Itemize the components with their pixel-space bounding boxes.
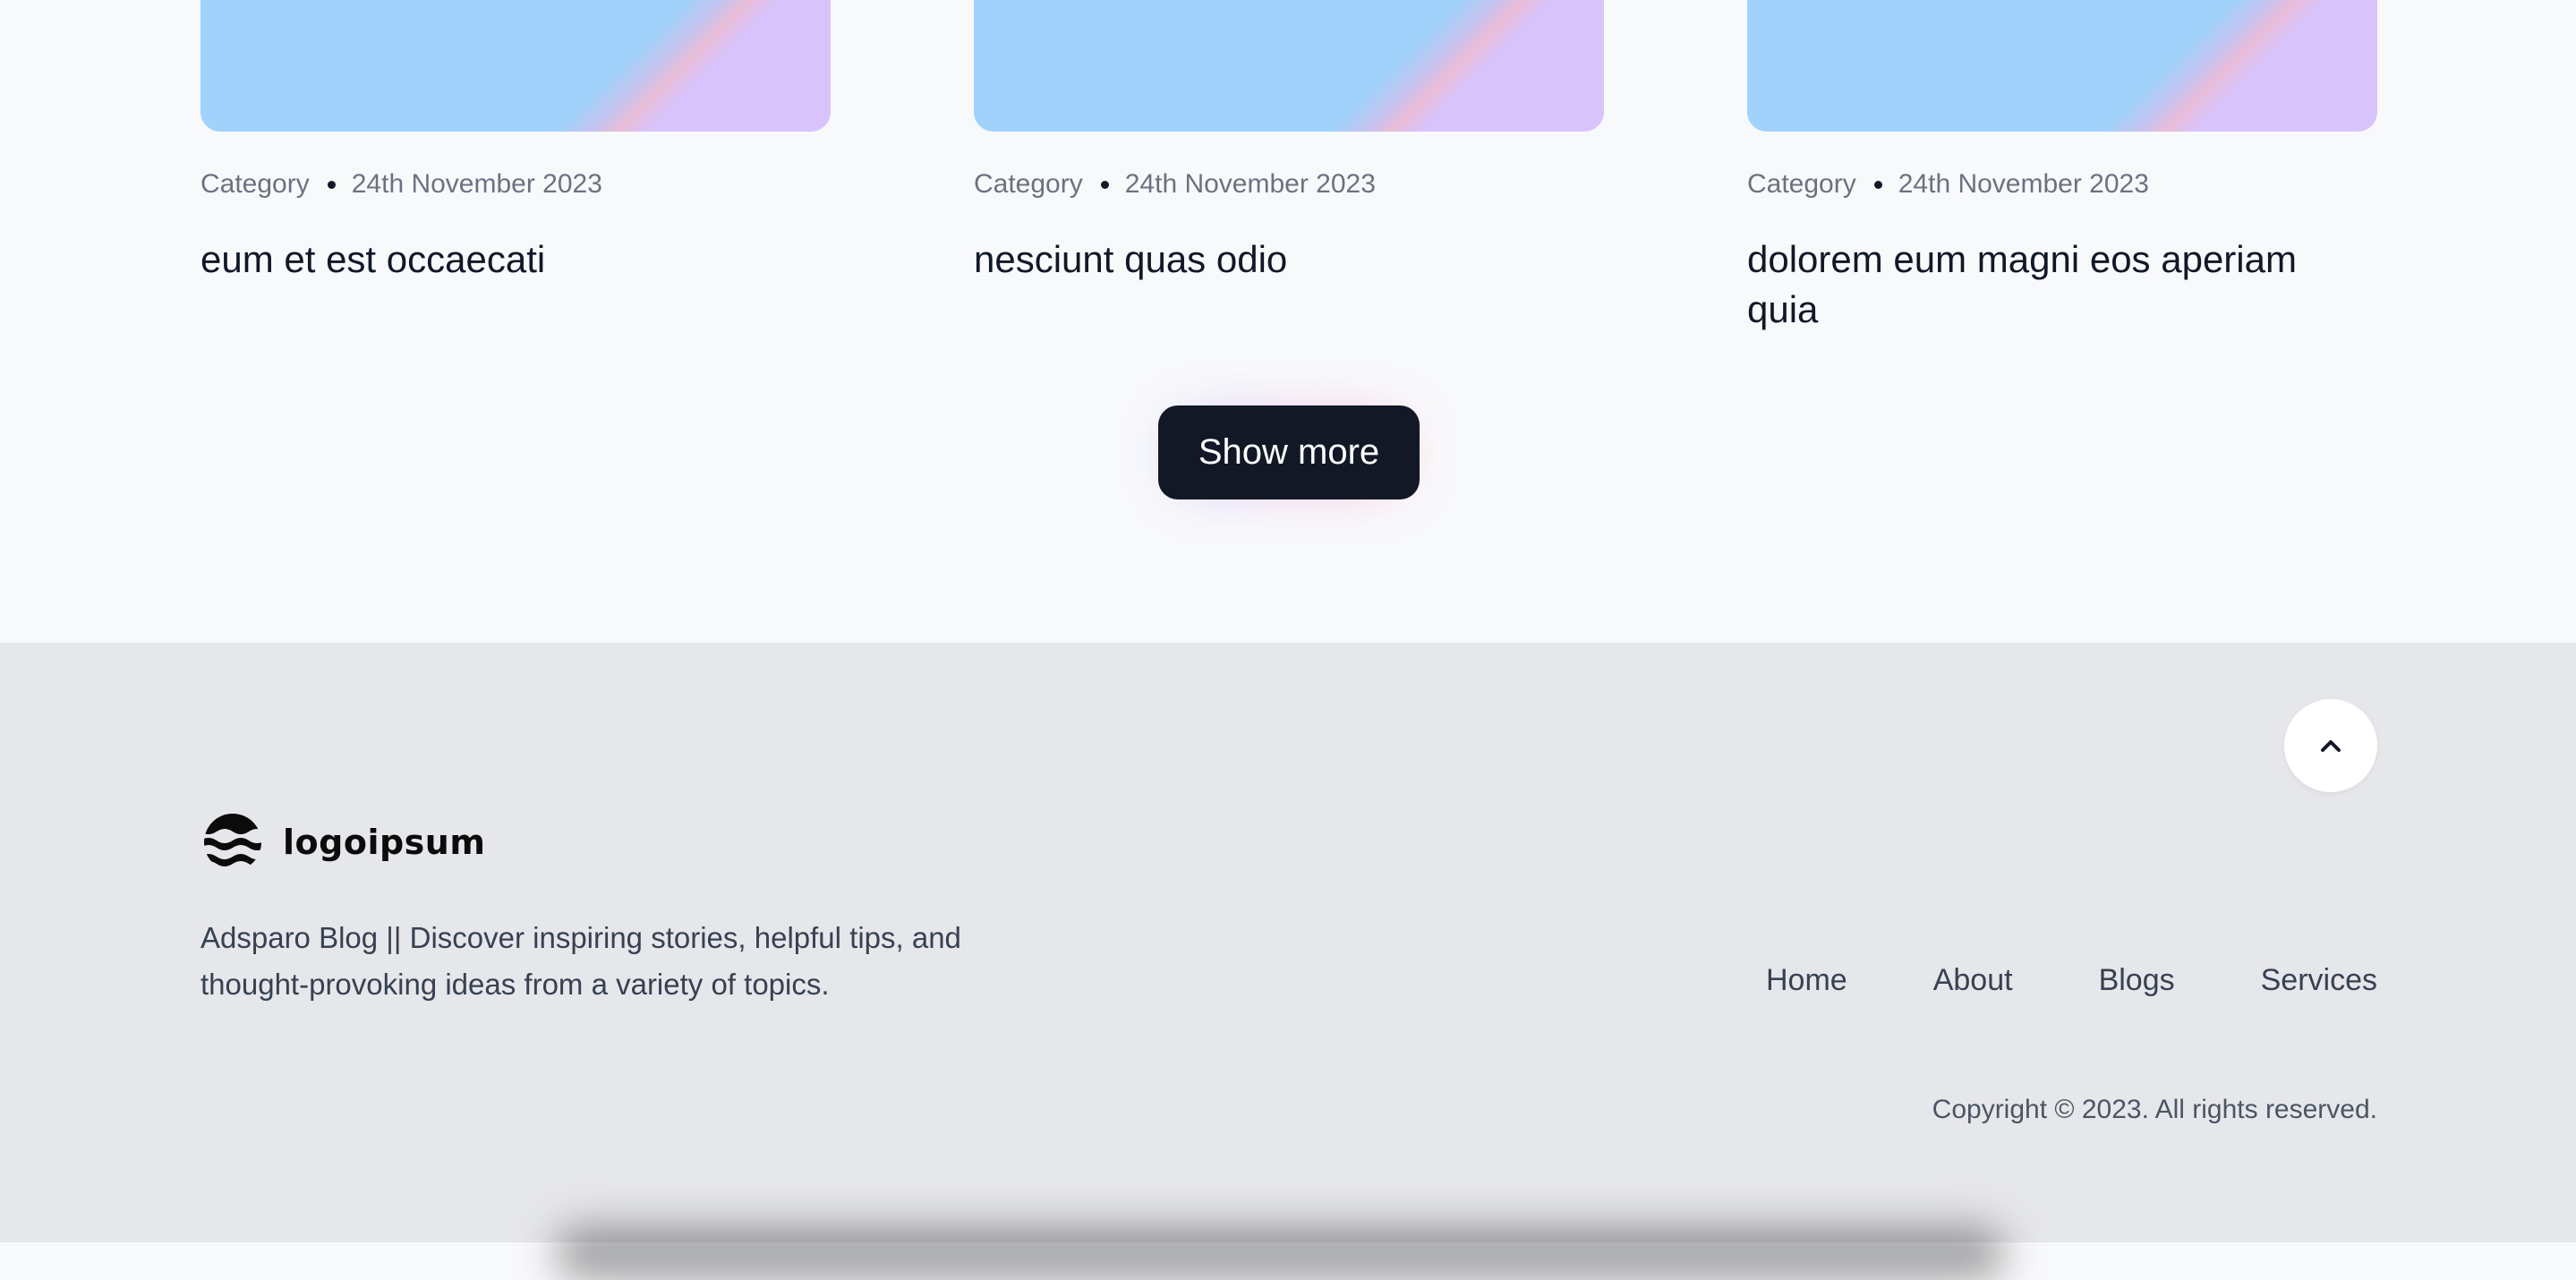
- show-more-button[interactable]: Show more: [1158, 405, 1420, 499]
- footer-logo[interactable]: logoipsum: [200, 814, 485, 871]
- blog-card-meta: Category 24th November 2023: [1747, 166, 2149, 202]
- meta-separator-dot: [1873, 180, 1882, 189]
- blog-section: Category 24th November 2023 eum et est o…: [0, 0, 2576, 643]
- footer-nav: Home About Blogs Services: [1766, 963, 2377, 998]
- copyright-text: Copyright © 2023. All rights reserved.: [1932, 1095, 2377, 1124]
- blog-card-title[interactable]: nesciunt quas odio: [974, 235, 1604, 285]
- blog-card-date: 24th November 2023: [351, 169, 602, 199]
- blog-card-image[interactable]: [1747, 0, 2377, 132]
- blog-card-category: Category: [200, 169, 310, 199]
- blog-card-meta: Category 24th November 2023: [974, 166, 1376, 202]
- blog-card-meta: Category 24th November 2023: [200, 166, 602, 202]
- blog-card-date: 24th November 2023: [1898, 169, 2149, 199]
- logo-waves-icon: [204, 814, 261, 866]
- scroll-to-top-button[interactable]: [2284, 699, 2377, 792]
- blog-card-category: Category: [1747, 169, 1856, 199]
- chevron-up-icon: [2321, 740, 2341, 752]
- footer-nav-services[interactable]: Services: [2261, 963, 2377, 998]
- meta-separator-dot: [1100, 180, 1109, 189]
- blog-card-category: Category: [974, 169, 1083, 199]
- footer-description: Adsparo Blog || Discover inspiring stori…: [200, 921, 961, 1001]
- meta-separator-dot: [327, 180, 336, 189]
- floating-bar-shadow: [555, 1226, 2005, 1280]
- footer-nav-home[interactable]: Home: [1766, 963, 1847, 998]
- site-footer: logoipsum Adsparo Blog || Discover inspi…: [0, 643, 2576, 1280]
- footer-nav-about[interactable]: About: [1933, 963, 2013, 998]
- logo-text: logoipsum: [283, 823, 486, 862]
- blog-card-image[interactable]: [974, 0, 1604, 132]
- blog-card-image[interactable]: [200, 0, 831, 132]
- blog-card-title[interactable]: dolorem eum magni eos aperiam quia: [1747, 235, 2377, 335]
- footer-nav-blogs[interactable]: Blogs: [2099, 963, 2175, 998]
- blog-card-date: 24th November 2023: [1124, 169, 1376, 199]
- blog-card-title[interactable]: eum et est occaecati: [200, 235, 831, 285]
